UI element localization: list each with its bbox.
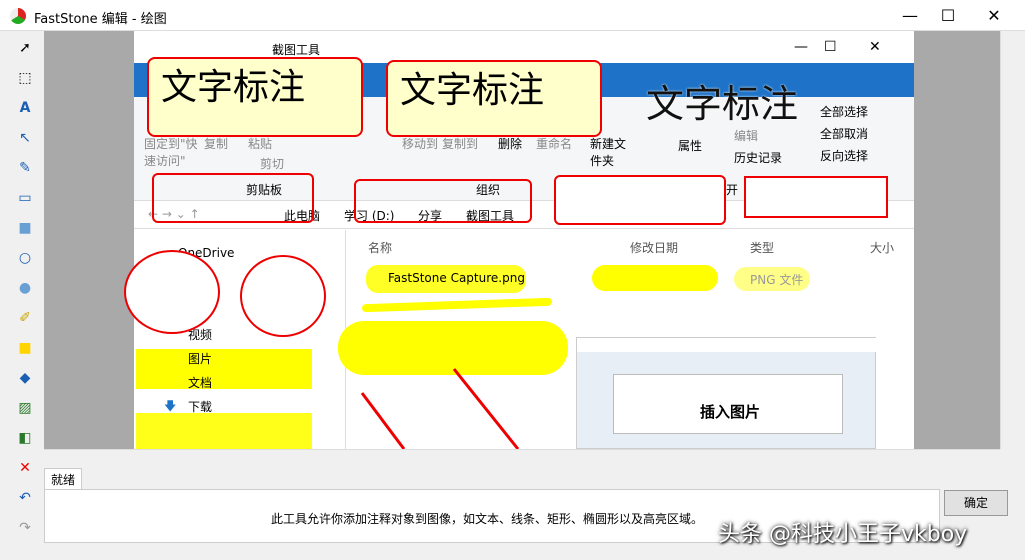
line-annotation-1[interactable]: [452, 368, 520, 449]
title-bar: FastStone 编辑 - 绘图 — ☐ ✕: [0, 0, 1025, 31]
vertical-scrollbar[interactable]: [1000, 31, 1017, 449]
fill-icon[interactable]: ◆: [12, 365, 38, 391]
delete-icon[interactable]: ✕: [12, 455, 38, 481]
filled-rectangle-icon[interactable]: ■: [12, 215, 38, 241]
insert-image-label[interactable]: 插入图片: [700, 401, 760, 422]
arrow-icon[interactable]: ↖: [12, 125, 38, 151]
nav-pictures: 图片: [188, 352, 213, 366]
highlight-rect-icon[interactable]: ■: [12, 335, 38, 361]
drawing-canvas[interactable]: 截图工具 — ☐ ✕ 固定到"快速访问" 复制 粘贴 剪切 移动到 复制到 删除…: [44, 31, 1000, 449]
filled-ellipse-icon[interactable]: ●: [12, 275, 38, 301]
watermark: 头条 @科技小王子vkboy: [718, 522, 968, 547]
maximize-button[interactable]: ☐: [925, 0, 971, 31]
highlighter-icon[interactable]: ✐: [12, 305, 38, 331]
drawing-toolbar: ➚ ⬚ A ↖ ✎ ▭ ■ ○ ● ✐ ■ ◆ ▨ ◧ ✕ ↶ ↷: [8, 31, 40, 541]
line-annotation-2[interactable]: [360, 392, 406, 449]
rectangle-icon[interactable]: ▭: [12, 185, 38, 211]
file-name: FastStone Capture.png: [388, 271, 525, 285]
ellipse-icon[interactable]: ○: [12, 245, 38, 271]
select-arrow-icon[interactable]: ➚: [12, 35, 38, 61]
status-tab[interactable]: 就绪: [44, 468, 82, 490]
text-icon[interactable]: A: [12, 95, 38, 121]
nav-docs: 文档: [188, 376, 213, 390]
horizontal-scrollbar[interactable]: [44, 449, 1000, 466]
app-logo-icon: [10, 8, 26, 24]
file-type: PNG 文件: [750, 273, 804, 287]
redo-icon[interactable]: ↷: [12, 515, 38, 541]
layer-icon[interactable]: ◧: [12, 425, 38, 451]
rect-select-icon[interactable]: ⬚: [12, 65, 38, 91]
insert-image-icon[interactable]: ▨: [12, 395, 38, 421]
window-title: FastStone 编辑 - 绘图: [34, 12, 167, 27]
confirm-button[interactable]: 确定: [944, 490, 1008, 516]
undo-icon[interactable]: ↶: [12, 485, 38, 511]
status-hint: 此工具允许你添加注释对象到图像，如文本、线条、矩形、椭圆形以及高亮区域。: [271, 512, 704, 526]
pen-icon[interactable]: ✎: [12, 155, 38, 181]
close-button[interactable]: ✕: [971, 0, 1017, 31]
